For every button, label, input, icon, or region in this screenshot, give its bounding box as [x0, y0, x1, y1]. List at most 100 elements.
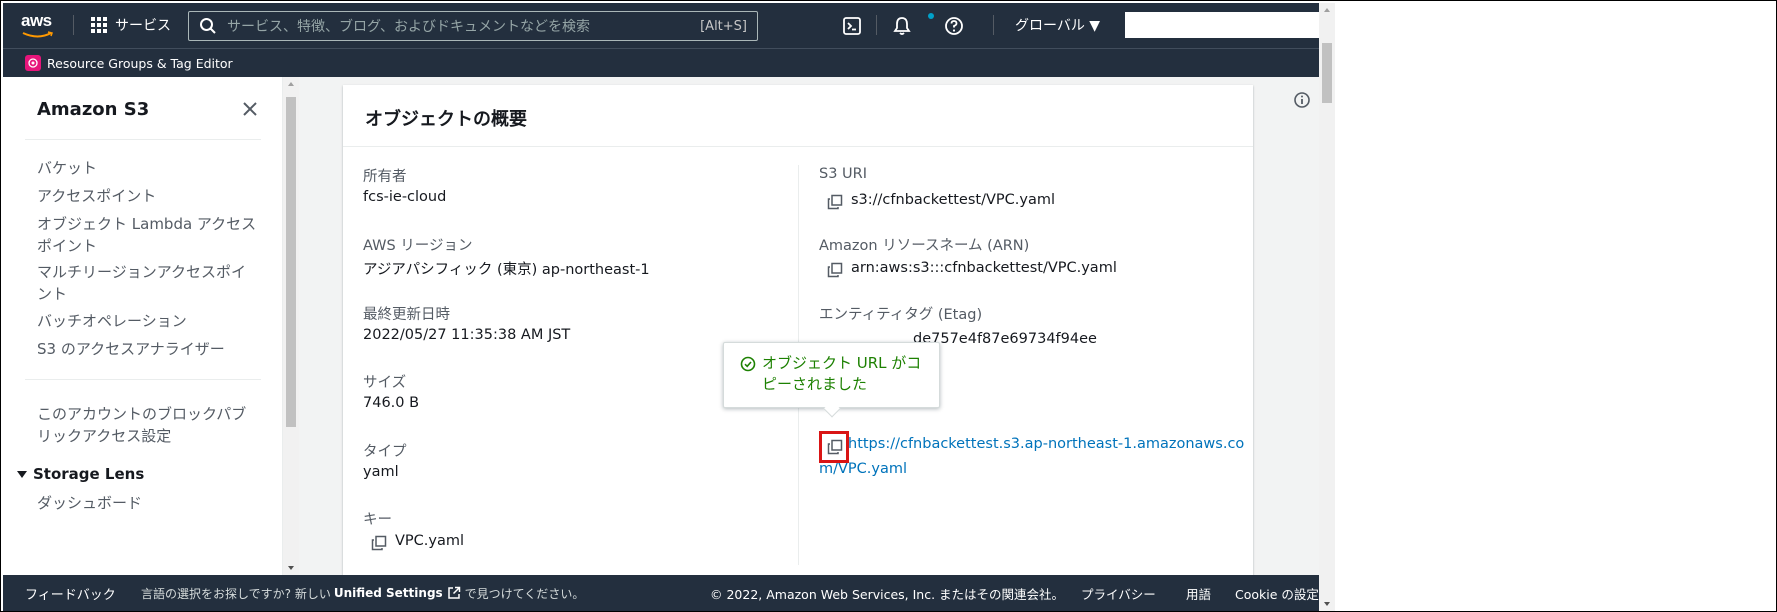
side-item-label: マルチリージョンアクセスポイ [37, 263, 246, 281]
bell-icon[interactable] [891, 15, 913, 37]
owner-label: 所有者 [363, 169, 407, 185]
card-header: オブジェクトの概要 [343, 85, 1253, 147]
region-value: アジアパシフィック (東京) ap-northeast-1 [363, 262, 650, 278]
s3-uri-row: s3://cfnbackettest/VPC.yaml [827, 192, 1055, 210]
side-item-buckets[interactable]: バケット [37, 157, 257, 179]
copy-url-highlight [819, 431, 849, 463]
aws-logo[interactable]: aws [21, 11, 59, 41]
search-input[interactable]: サービス、特徴、ブログ、およびドキュメントなどを検索 [Alt+S] [188, 11, 758, 41]
language-message: 言語の選択をお探しですか? 新しい Unified Settings で見つけて… [141, 585, 584, 602]
side-item-object-lambda[interactable]: オブジェクト Lambda アクセス ポイント [37, 213, 257, 257]
nav-separator [876, 15, 877, 35]
success-check-icon [740, 356, 756, 372]
copyright-text: © 2022, Amazon Web Services, Inc. またはその関… [710, 586, 1065, 602]
close-icon[interactable] [239, 98, 261, 120]
aws-logo-text: aws [21, 11, 52, 30]
search-shortcut: [Alt+S] [700, 18, 747, 34]
footer: フィードバック 言語の選択をお探しですか? 新しい Unified Settin… [3, 575, 1319, 611]
side-item-label: リックアクセス設定 [37, 427, 172, 445]
side-nav-title: Amazon S3 [37, 99, 150, 120]
object-url-link-continued[interactable]: m/VPC.yaml [819, 457, 1219, 482]
side-item-batch-operations[interactable]: バッチオペレーション [37, 310, 257, 332]
side-item-label: ント [37, 285, 68, 303]
side-item-dashboards[interactable]: ダッシュボード [37, 492, 257, 514]
region-selector[interactable]: グローバル ▼ [1015, 15, 1100, 35]
info-icon[interactable] [1293, 91, 1311, 109]
nav-separator [993, 15, 994, 35]
key-label: キー [363, 512, 392, 528]
side-item-multi-region[interactable]: マルチリージョンアクセスポイ ント [37, 261, 257, 305]
popover-line: オブジェクト URL がコ [762, 354, 922, 372]
privacy-link[interactable]: プライバシー [1081, 584, 1156, 603]
side-divider [25, 379, 261, 380]
cookie-settings-link[interactable]: Cookie の設定 [1235, 584, 1319, 603]
object-url-link[interactable]: https://cfnbackettest.s3.ap-northeast-1.… [848, 432, 1248, 457]
scroll-down-icon[interactable] [283, 563, 299, 573]
grid-icon [91, 17, 107, 33]
arn-value: arn:aws:s3:::cfnbackettest/VPC.yaml [851, 260, 1117, 276]
top-nav: aws サービス サービス、特徴、ブログ、およびドキュメントなどを検索 [Alt… [3, 3, 1335, 48]
language-message-suffix: で見つけてください。 [464, 586, 585, 601]
feedback-link[interactable]: フィードバック [25, 584, 116, 603]
search-placeholder: サービス、特徴、ブログ、およびドキュメントなどを検索 [227, 19, 591, 35]
s3-uri-label: S3 URI [819, 166, 868, 182]
object-overview-card: オブジェクトの概要 所有者 fcs-ie-cloud AWS リージョン アジア… [343, 85, 1253, 585]
external-link-icon [447, 586, 460, 599]
scroll-up-icon[interactable] [1319, 5, 1335, 15]
type-label: タイプ [363, 444, 407, 460]
size-label: サイズ [363, 375, 407, 391]
unified-settings-link[interactable]: Unified Settings [334, 586, 443, 600]
side-item-label: ポイント [37, 237, 98, 255]
key-row: VPC.yaml [371, 533, 464, 551]
cloudshell-terminal-icon[interactable] [841, 15, 863, 37]
scrollbar-thumb[interactable] [286, 97, 296, 427]
side-item-label: このアカウントのブロックパブ [37, 405, 247, 423]
storage-lens-label: Storage Lens [33, 465, 145, 483]
copy-icon[interactable] [371, 535, 387, 551]
scroll-up-icon[interactable] [283, 79, 299, 89]
terms-link[interactable]: 用語 [1186, 584, 1211, 603]
scroll-down-icon[interactable] [1319, 599, 1335, 609]
aws-console: aws サービス サービス、特徴、ブログ、およびドキュメントなどを検索 [Alt… [3, 3, 1335, 611]
copied-popover: オブジェクト URL がコ ピーされました [723, 342, 940, 418]
type-value: yaml [363, 464, 399, 480]
region-label: AWS リージョン [363, 238, 473, 254]
owner-value: fcs-ie-cloud [363, 189, 447, 205]
help-icon[interactable] [943, 15, 965, 37]
copy-icon[interactable] [827, 194, 843, 210]
side-divider [25, 139, 261, 140]
object-url-line: m/VPC.yaml [819, 461, 908, 477]
region-label: グローバル ▼ [1015, 18, 1101, 34]
arn-label: Amazon リソースネーム (ARN) [819, 238, 1030, 254]
side-item-access-points[interactable]: アクセスポイント [37, 185, 257, 207]
side-item-label: オブジェクト Lambda アクセス [37, 215, 257, 233]
favorites-bar: Resource Groups & Tag Editor [3, 48, 1335, 77]
etag-label: エンティティタグ (Etag) [819, 307, 983, 323]
object-url-line: https://cfnbackettest.s3.ap-northeast-1.… [848, 436, 1245, 452]
arn-row: arn:aws:s3:::cfnbackettest/VPC.yaml [827, 260, 1117, 278]
storage-lens-section[interactable]: Storage Lens [17, 465, 144, 483]
s3-uri-value: s3://cfnbackettest/VPC.yaml [851, 192, 1055, 208]
side-nav-scrollbar[interactable] [283, 77, 299, 575]
notification-dot [928, 13, 934, 19]
services-label: サービス [115, 18, 171, 34]
page-scrollbar[interactable] [1319, 3, 1335, 611]
card-title: オブジェクトの概要 [365, 109, 527, 130]
services-menu-button[interactable]: サービス [91, 13, 171, 37]
caret-down-icon [17, 471, 27, 478]
side-item-access-analyzer[interactable]: S3 のアクセスアナライザー [37, 338, 257, 360]
account-menu[interactable] [1125, 12, 1323, 38]
aws-smile-icon [22, 31, 53, 38]
nav-separator [73, 15, 74, 35]
side-item-block-public-access[interactable]: このアカウントのブロックパブ リックアクセス設定 [37, 403, 257, 447]
scrollbar-thumb[interactable] [1322, 43, 1332, 103]
popover-line: ピーされました [762, 375, 868, 393]
etag-value: de757e4f87e69734f94ee [913, 331, 1097, 347]
search-icon [200, 18, 216, 34]
resource-groups-icon [25, 55, 41, 71]
favorite-resource-groups-link[interactable]: Resource Groups & Tag Editor [47, 56, 233, 71]
modified-label: 最終更新日時 [363, 307, 450, 323]
copy-icon[interactable] [827, 262, 843, 278]
key-value: VPC.yaml [395, 533, 465, 549]
side-navigation: Amazon S3 バケット アクセスポイント オブジェクト Lambda アク… [3, 77, 283, 575]
